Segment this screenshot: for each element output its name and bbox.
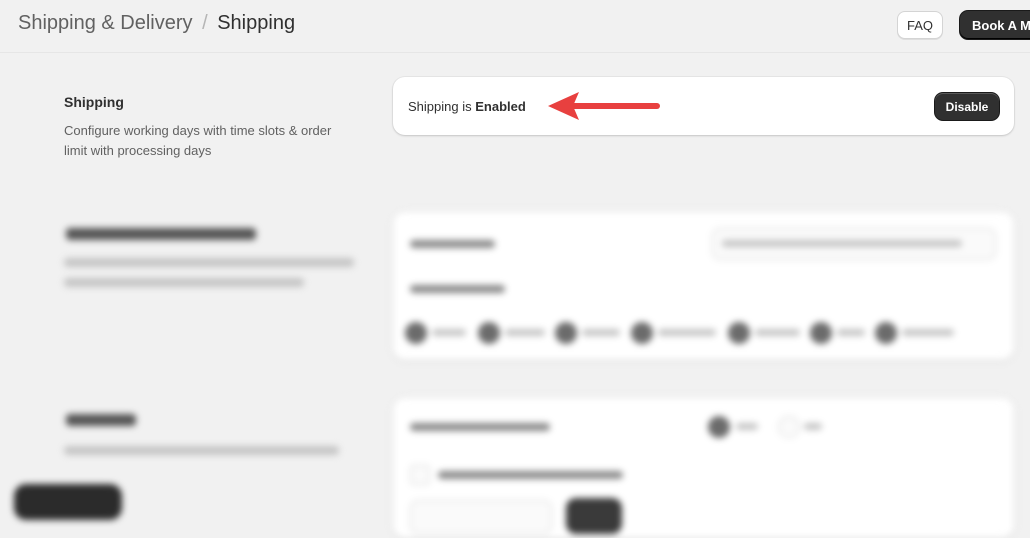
- blurred-text: [432, 329, 466, 336]
- blurred-floating-button: [14, 484, 122, 520]
- breadcrumb-parent[interactable]: Shipping & Delivery: [18, 12, 193, 34]
- blurred-checkbox: [728, 322, 750, 344]
- blurred-checkbox: [410, 465, 430, 485]
- blurred-checkbox: [875, 322, 897, 344]
- blurred-text: [64, 446, 339, 455]
- page-title: Shipping: [217, 12, 296, 34]
- blurred-text: [438, 471, 623, 479]
- blurred-input: [410, 500, 552, 534]
- book-meeting-button[interactable]: Book A Meeting: [960, 11, 1030, 39]
- breadcrumb: Shipping & Delivery / Shipping: [18, 12, 295, 35]
- blurred-text: [582, 329, 620, 336]
- blurred-text: [736, 423, 758, 430]
- blurred-radio: [778, 416, 800, 438]
- shipping-status-card: Shipping is Enabled: [393, 77, 1014, 135]
- section-title: Shipping: [64, 94, 124, 110]
- blurred-text: [505, 329, 545, 336]
- blurred-checkbox: [810, 322, 832, 344]
- blurred-checkbox: [555, 322, 577, 344]
- blurred-heading: [66, 414, 136, 426]
- blurred-heading: [66, 228, 256, 240]
- blurred-checkbox: [631, 322, 653, 344]
- blurred-text: [722, 240, 962, 247]
- blurred-button: [566, 498, 622, 534]
- blurred-checkbox: [405, 322, 427, 344]
- blurred-label: [410, 285, 505, 293]
- status-value: Enabled: [475, 99, 526, 114]
- section-description: Configure working days with time slots &…: [64, 123, 332, 158]
- blurred-text: [658, 329, 716, 336]
- blurred-text: [64, 258, 354, 267]
- top-bar: Shipping & Delivery / Shipping FAQ Book …: [0, 0, 1030, 53]
- blurred-radio: [708, 416, 730, 438]
- blurred-text: [804, 423, 822, 430]
- blurred-text: [64, 278, 304, 287]
- blurred-label: [410, 240, 495, 248]
- blurred-label: [410, 423, 550, 431]
- blurred-text: [837, 329, 865, 336]
- status-prefix: Shipping is: [408, 99, 472, 114]
- blurred-text: [755, 329, 800, 336]
- blurred-text: [902, 329, 954, 336]
- disable-button[interactable]: Disable: [935, 93, 999, 120]
- breadcrumb-separator: /: [202, 12, 208, 34]
- annotation-arrow-icon: [548, 92, 660, 120]
- blurred-checkbox: [478, 322, 500, 344]
- shipping-status-text: Shipping is Enabled: [408, 99, 526, 114]
- faq-button[interactable]: FAQ: [897, 11, 943, 39]
